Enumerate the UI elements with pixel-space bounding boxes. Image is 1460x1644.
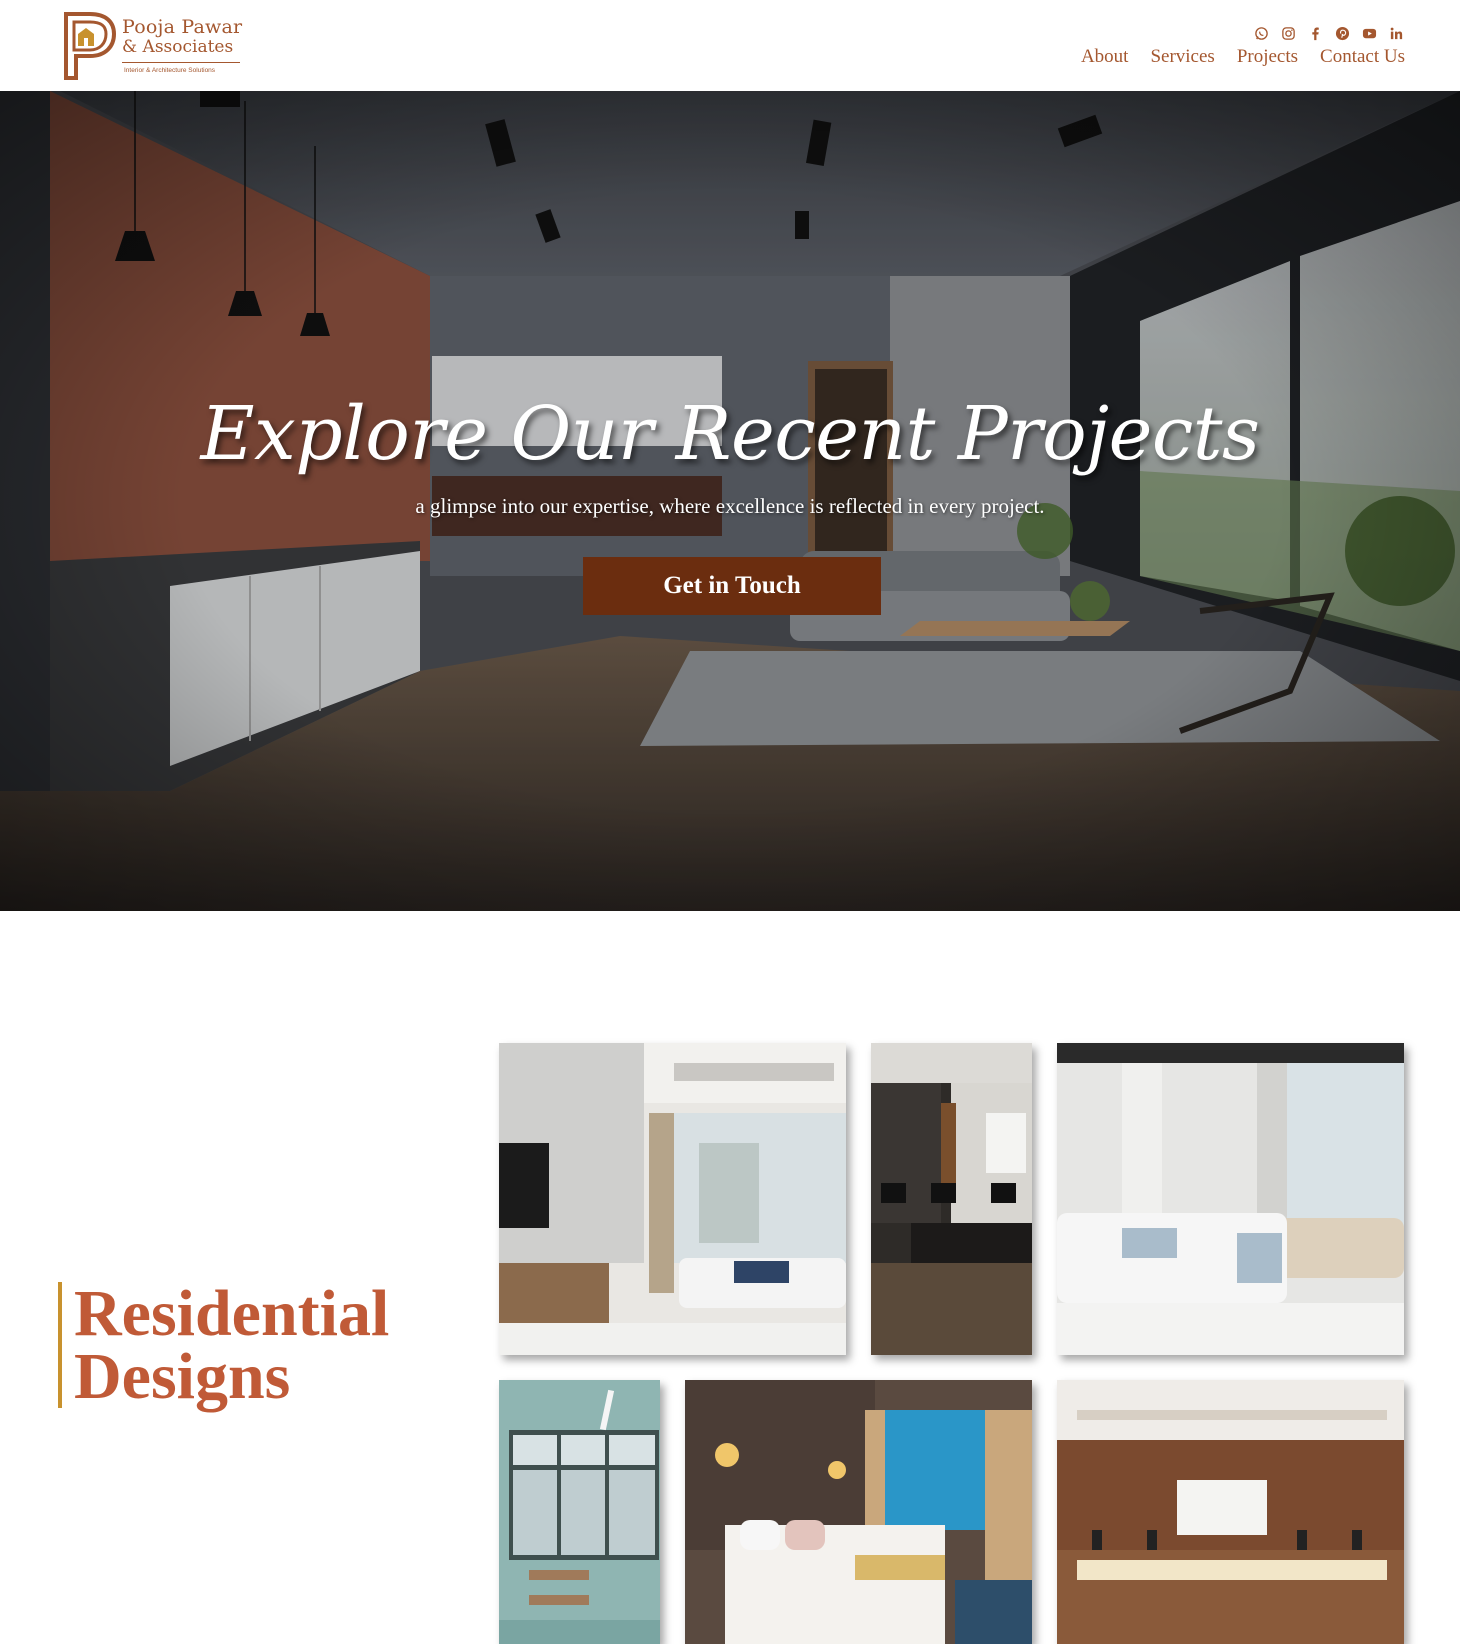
youtube-icon[interactable] xyxy=(1361,25,1377,41)
linkedin-icon[interactable] xyxy=(1388,25,1404,41)
project-image-6[interactable] xyxy=(1057,1380,1404,1644)
nav-link-projects[interactable]: Projects xyxy=(1237,46,1298,68)
brand-logo[interactable]: Pooja Pawar & Associates Interior & Arch… xyxy=(62,10,242,80)
nav-link-services[interactable]: Services xyxy=(1150,46,1214,68)
brand-name-line2: & Associates xyxy=(122,37,234,57)
brand-name-line1: Pooja Pawar xyxy=(122,16,243,38)
section-title: Residential Designs xyxy=(58,1277,390,1413)
project-image-4[interactable] xyxy=(499,1380,660,1644)
nav-link-about[interactable]: About xyxy=(1081,46,1129,68)
hero-subtitle: a glimpse into our expertise, where exce… xyxy=(415,494,1045,518)
project-image-2[interactable] xyxy=(871,1043,1032,1355)
whatsapp-icon[interactable] xyxy=(1253,25,1269,41)
social-links xyxy=(1253,25,1404,41)
hero-banner: Explore Our Recent Projects a glimpse in… xyxy=(0,91,1460,911)
brand-tagline: Interior & Architecture Solutions xyxy=(124,67,216,74)
project-image-3[interactable] xyxy=(1057,1043,1404,1355)
instagram-icon[interactable] xyxy=(1280,25,1296,41)
project-image-5[interactable] xyxy=(685,1380,1032,1644)
facebook-icon[interactable] xyxy=(1307,25,1323,41)
section-title-line2: Designs xyxy=(74,1340,291,1413)
get-in-touch-button[interactable]: Get in Touch xyxy=(583,557,881,615)
project-image-1[interactable] xyxy=(499,1043,846,1355)
pinterest-icon[interactable] xyxy=(1334,25,1350,41)
nav-link-contact-us[interactable]: Contact Us xyxy=(1320,46,1405,68)
main-nav: About Services Projects Contact Us xyxy=(1081,46,1405,68)
site-header: Pooja Pawar & Associates Interior & Arch… xyxy=(0,0,1460,91)
logo-mark-icon xyxy=(64,12,116,80)
section-title-line1: Residential xyxy=(74,1277,390,1350)
logo-divider xyxy=(122,62,240,63)
hero-title: Explore Our Recent Projects xyxy=(200,391,1260,477)
